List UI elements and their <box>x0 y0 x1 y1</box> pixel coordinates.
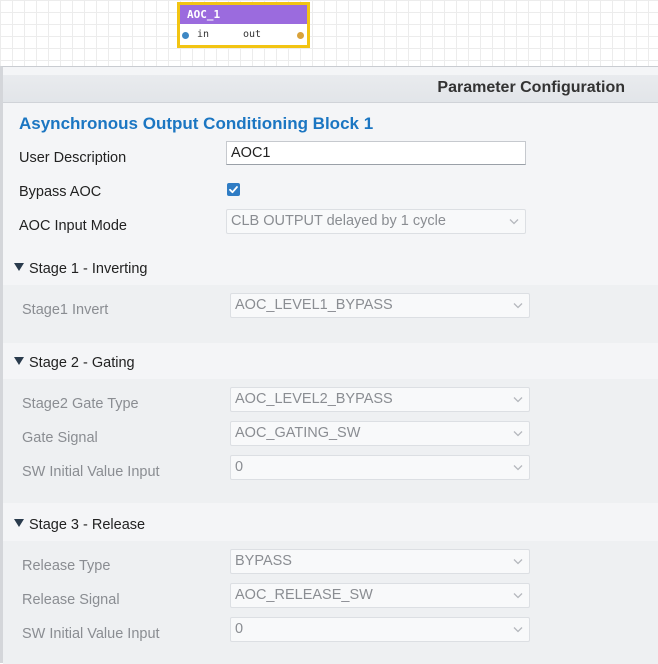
stage3-title: Stage 3 - Release <box>29 517 146 533</box>
stage2-sw-initial-select[interactable]: 0 <box>230 455 530 480</box>
diagram-canvas[interactable]: AOC_1 in out <box>0 0 658 66</box>
collapse-triangle-icon <box>14 357 24 365</box>
stage3-sw-initial-label: SW Initial Value Input <box>22 626 160 642</box>
chevron-down-icon <box>513 593 523 599</box>
chevron-down-icon <box>513 465 523 471</box>
collapse-triangle-icon <box>14 263 24 271</box>
stage1-invert-label: Stage1 Invert <box>22 302 109 318</box>
bypass-aoc-label: Bypass AOC <box>19 184 102 200</box>
chevron-down-icon <box>509 219 519 225</box>
chevron-down-icon <box>513 627 523 633</box>
stage1-header[interactable]: Stage 1 - Inverting <box>3 255 658 285</box>
input-port-icon[interactable] <box>182 32 189 39</box>
release-signal-value: AOC_RELEASE_SW <box>235 587 373 603</box>
aoc-input-mode-value: CLB OUTPUT delayed by 1 cycle <box>231 213 446 229</box>
panel-header: Parameter Configuration <box>3 75 658 103</box>
block-title: AOC_1 <box>180 5 307 24</box>
stage3-sw-initial-value: 0 <box>235 621 244 637</box>
stage3-body: Release Type BYPASS Release Signal AOC_R… <box>3 541 658 664</box>
release-type-value: BYPASS <box>235 553 292 569</box>
stage2-body: Stage2 Gate Type AOC_LEVEL2_BYPASS Gate … <box>3 379 658 503</box>
stage2-gate-type-label: Stage2 Gate Type <box>22 396 139 412</box>
user-description-label: User Description <box>19 150 127 166</box>
input-port-label: in <box>197 29 210 40</box>
user-description-input[interactable]: AOC1 <box>226 141 526 165</box>
gate-signal-select[interactable]: AOC_GATING_SW <box>230 421 530 446</box>
stage3-sw-initial-select[interactable]: 0 <box>230 617 530 642</box>
gate-signal-label: Gate Signal <box>22 430 98 446</box>
stage2-header[interactable]: Stage 2 - Gating <box>3 349 658 379</box>
stage1-body: Stage1 Invert AOC_LEVEL1_BYPASS <box>3 285 658 343</box>
stage1-invert-select[interactable]: AOC_LEVEL1_BYPASS <box>230 293 530 318</box>
panel-title: Parameter Configuration <box>437 79 625 96</box>
chevron-down-icon <box>513 559 523 565</box>
stage3-header[interactable]: Stage 3 - Release <box>3 511 658 541</box>
bypass-aoc-checkbox[interactable] <box>227 183 240 196</box>
stage1-invert-value: AOC_LEVEL1_BYPASS <box>235 297 393 313</box>
chevron-down-icon <box>513 431 523 437</box>
aoc-block[interactable]: AOC_1 in out <box>177 2 310 48</box>
stage2-sw-initial-label: SW Initial Value Input <box>22 464 160 480</box>
block-ports: in out <box>180 24 307 46</box>
section-title: Asynchronous Output Conditioning Block 1 <box>19 114 374 133</box>
stage1-title: Stage 1 - Inverting <box>29 261 148 277</box>
gate-signal-value: AOC_GATING_SW <box>235 425 361 441</box>
checkmark-icon <box>229 186 238 194</box>
chevron-down-icon <box>513 303 523 309</box>
chevron-down-icon <box>513 397 523 403</box>
release-type-label: Release Type <box>22 558 111 574</box>
release-type-select[interactable]: BYPASS <box>230 549 530 574</box>
output-port-icon[interactable] <box>297 32 304 39</box>
stage2-gate-type-select[interactable]: AOC_LEVEL2_BYPASS <box>230 387 530 412</box>
aoc-input-mode-label: AOC Input Mode <box>19 218 127 234</box>
parameter-panel: Parameter Configuration Asynchronous Out… <box>0 66 658 664</box>
aoc-input-mode-select[interactable]: CLB OUTPUT delayed by 1 cycle <box>226 209 526 234</box>
release-signal-label: Release Signal <box>22 592 120 608</box>
release-signal-select[interactable]: AOC_RELEASE_SW <box>230 583 530 608</box>
stage2-title: Stage 2 - Gating <box>29 355 135 371</box>
stage2-sw-initial-value: 0 <box>235 459 244 475</box>
output-port-label: out <box>243 29 262 40</box>
stage2-gate-type-value: AOC_LEVEL2_BYPASS <box>235 391 393 407</box>
collapse-triangle-icon <box>14 519 24 527</box>
